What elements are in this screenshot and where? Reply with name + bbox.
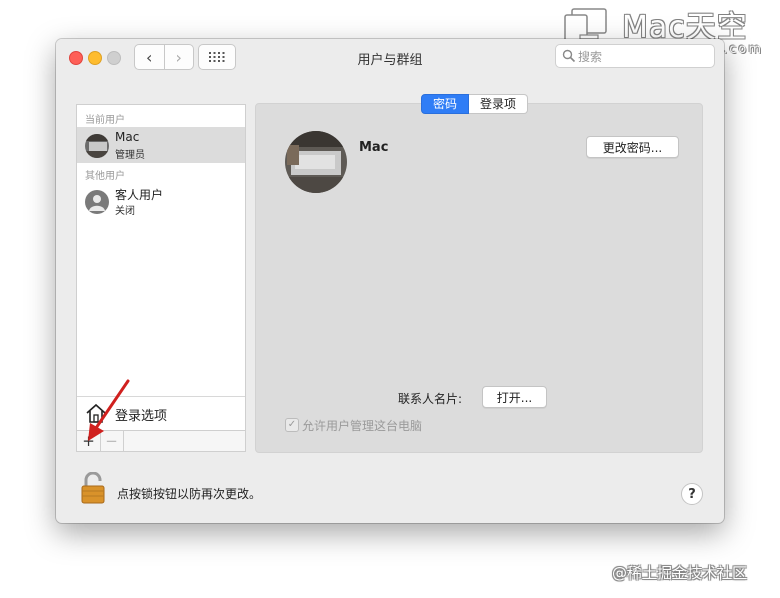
search-field[interactable]: 搜索 xyxy=(555,44,715,68)
lock-hint-text: 点按锁按钮以防再次更改。 xyxy=(117,487,262,501)
account-avatar[interactable] xyxy=(285,131,347,193)
user-role: 关闭 xyxy=(115,206,135,217)
tab-login-items[interactable]: 登录项 xyxy=(469,94,529,114)
user-name: 客人用户 xyxy=(115,188,164,202)
watermark-bottom: @稀土掘金技术社区 xyxy=(612,564,748,582)
contact-card-label: 联系人名片: xyxy=(398,392,463,406)
user-role: 管理员 xyxy=(115,150,145,161)
tab-bar: 密码 登录项 xyxy=(421,94,529,114)
annotation-arrow-icon xyxy=(88,379,130,441)
account-name: Mac xyxy=(359,140,389,155)
lock-icon[interactable] xyxy=(80,472,106,504)
user-avatar xyxy=(85,134,109,158)
search-icon xyxy=(562,49,576,63)
section-current-users: 当前用户 xyxy=(85,115,125,126)
guest-avatar-icon xyxy=(85,190,109,214)
help-button[interactable]: ? xyxy=(681,483,703,505)
preferences-window: ‹ › 用户与群组 搜索 当前用户 Mac 管理员 其他用户 客人用户 关闭 登… xyxy=(56,39,724,523)
allow-admin-checkbox[interactable]: ✓ xyxy=(285,418,299,432)
allow-admin-label: 允许用户管理这台电脑 xyxy=(302,419,423,433)
title-bar: ‹ › 用户与群组 搜索 xyxy=(56,39,724,77)
change-password-button[interactable]: 更改密码... xyxy=(586,136,679,158)
user-name: Mac xyxy=(115,130,140,144)
open-contact-button[interactable]: 打开... xyxy=(482,386,547,408)
section-other-users: 其他用户 xyxy=(85,171,125,182)
search-placeholder: 搜索 xyxy=(578,50,603,64)
user-row-mac[interactable]: Mac 管理员 xyxy=(77,127,245,163)
user-row-guest[interactable]: 客人用户 关闭 xyxy=(77,183,245,219)
tab-password[interactable]: 密码 xyxy=(421,94,470,114)
